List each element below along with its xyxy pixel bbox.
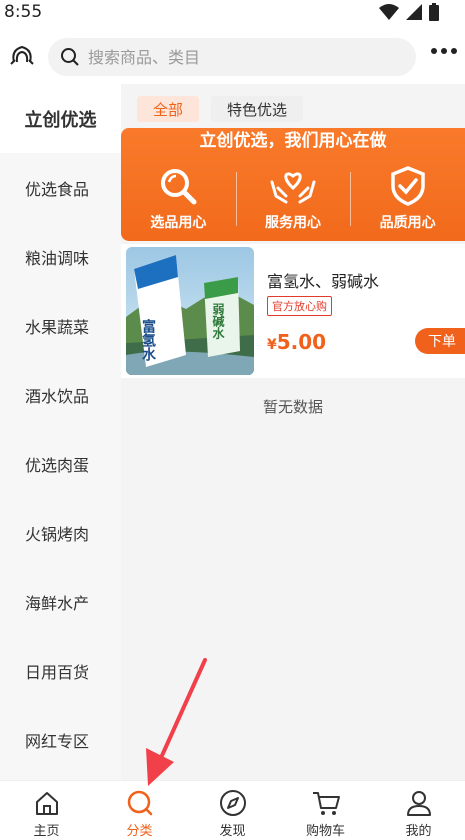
main-content: 全部 特色优选 立创优选，我们用心在做 选品用心 服务用心 品质用心 富氢水 弱… bbox=[121, 84, 465, 780]
banner-item-quality: 品质用心 bbox=[350, 160, 465, 240]
search-input[interactable] bbox=[88, 38, 398, 76]
status-time: 8:55 bbox=[4, 2, 43, 22]
wifi-icon bbox=[379, 4, 399, 20]
sidebar-item-hotpot[interactable]: 火锅烤肉 bbox=[0, 498, 121, 567]
sidebar-item-grain-oil[interactable]: 粮油调味 bbox=[0, 222, 121, 291]
search-icon bbox=[61, 48, 79, 66]
service-icon[interactable] bbox=[8, 42, 36, 70]
category-sidebar: 立创优选 优选食品 粮油调味 水果蔬菜 酒水饮品 优选肉蛋 火锅烤肉 海鲜水产 … bbox=[0, 84, 121, 780]
empty-state: 暂无数据 bbox=[262, 398, 323, 416]
tabbar-home[interactable]: 主页 bbox=[0, 781, 93, 840]
sidebar-item-trending[interactable]: 网红专区 bbox=[0, 705, 121, 774]
product-name[interactable]: 富氢水、弱碱水 bbox=[267, 268, 379, 292]
battery-icon bbox=[429, 3, 439, 21]
tabbar-cart[interactable]: 购物车 bbox=[279, 781, 372, 840]
sidebar-item-seafood[interactable]: 海鲜水产 bbox=[0, 567, 121, 636]
sidebar-item-daily[interactable]: 日用百货 bbox=[0, 636, 121, 705]
home-icon bbox=[35, 792, 58, 815]
banner-item-selection: 选品用心 bbox=[121, 160, 236, 240]
search-icon bbox=[127, 790, 152, 816]
signal-icon bbox=[406, 4, 422, 20]
order-button[interactable]: 下单 bbox=[415, 328, 465, 354]
sidebar-item-fruit-veg[interactable]: 水果蔬菜 bbox=[0, 291, 121, 360]
tabbar-discover[interactable]: 发现 bbox=[186, 781, 279, 840]
product-price: ¥5.00 bbox=[267, 330, 327, 354]
product-card[interactable]: 富氢水 弱碱水 富氢水、弱碱水 官方放心购 ¥5.00 下单 bbox=[121, 244, 465, 378]
bottom-tabbar: 主页 分类 发现 购物车 我的 bbox=[0, 780, 465, 840]
promo-banner[interactable]: 立创优选，我们用心在做 选品用心 服务用心 品质用心 bbox=[121, 128, 465, 241]
sidebar-item-food[interactable]: 优选食品 bbox=[0, 153, 121, 222]
magnifier-icon bbox=[161, 169, 197, 205]
compass-icon bbox=[219, 790, 246, 816]
shield-check-icon bbox=[390, 166, 425, 206]
status-bar: 8:55 bbox=[0, 0, 465, 28]
banner-item-service: 服务用心 bbox=[235, 160, 351, 240]
search-bar[interactable] bbox=[48, 38, 416, 76]
tabbar-profile[interactable]: 我的 bbox=[372, 781, 465, 840]
sidebar-item-lichuang[interactable]: 立创优选 bbox=[0, 84, 121, 153]
user-icon bbox=[406, 791, 431, 816]
product-image-text-2: 弱碱水 bbox=[211, 302, 225, 340]
sidebar-item-meat-egg[interactable]: 优选肉蛋 bbox=[0, 429, 121, 498]
tab-featured[interactable]: 特色优选 bbox=[211, 96, 304, 122]
tabbar-category[interactable]: 分类 bbox=[93, 781, 186, 840]
more-icon[interactable] bbox=[431, 48, 457, 54]
product-image-text-1: 富氢水 bbox=[140, 318, 156, 362]
tab-all[interactable]: 全部 bbox=[137, 96, 200, 122]
product-image[interactable]: 富氢水 弱碱水 bbox=[126, 247, 254, 375]
cart-icon bbox=[312, 792, 340, 815]
banner-title: 立创优选，我们用心在做 bbox=[199, 131, 387, 151]
filter-tabs: 全部 特色优选 bbox=[137, 96, 304, 122]
header bbox=[0, 30, 465, 82]
heart-hands-icon bbox=[270, 172, 316, 204]
product-tag: 官方放心购 bbox=[267, 296, 332, 316]
sidebar-item-drinks[interactable]: 酒水饮品 bbox=[0, 360, 121, 429]
system-icons bbox=[379, 3, 439, 21]
